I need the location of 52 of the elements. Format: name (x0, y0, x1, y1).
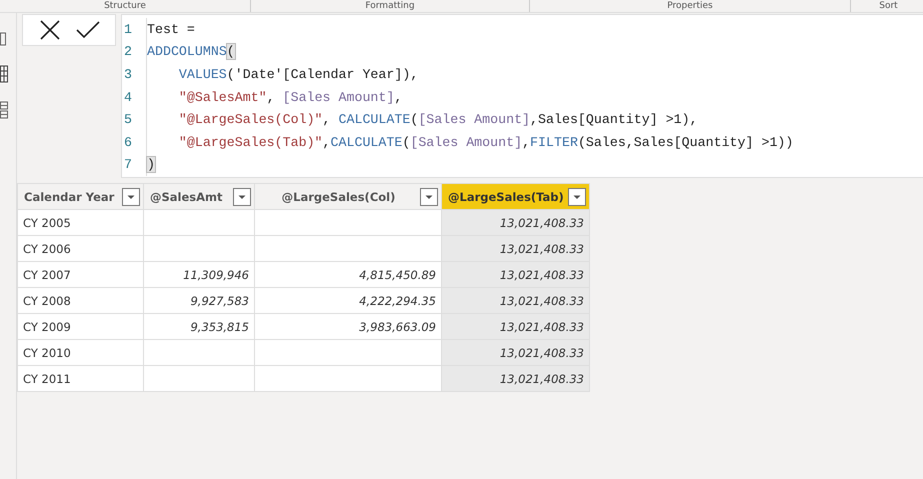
code-line: VALUES('Date'[Calendar Year]), (146, 63, 418, 86)
ribbon-group-label: Formatting (251, 0, 530, 12)
table-cell: 9,927,583 (144, 288, 254, 314)
line-number: 2 (123, 44, 133, 60)
table-cell: CY 2006 (18, 236, 144, 262)
table-cell: 13,021,408.33 (442, 314, 590, 340)
table-cell: CY 2010 (18, 340, 144, 366)
table-icon[interactable] (0, 65, 8, 83)
code-line: "@LargeSales(Tab)",CALCULATE([Sales Amount],FILTER(Sales,Sales[Quantity] >1)) (146, 130, 794, 154)
column-header[interactable]: @LargeSales(Col) (254, 184, 442, 210)
dropdown-icon[interactable] (233, 188, 251, 206)
table-cell: 13,021,408.33 (442, 288, 590, 314)
table-cell: 4,222,294.35 (254, 288, 442, 314)
code-line: "@SalesAmt", [Sales Amount], (146, 86, 402, 108)
table-cell: 13,021,408.33 (442, 340, 590, 366)
table-cell: CY 2008 (18, 288, 144, 314)
line-number: 7 (123, 157, 133, 172)
code-line: "@LargeSales(Col)", CALCULATE([Sales Amount],Sales[Quantity] >1), (146, 108, 698, 131)
table-cell: 13,021,408.33 (442, 366, 590, 392)
table-cell: 3,983,663.09 (254, 314, 442, 340)
report-icon[interactable] (0, 31, 6, 47)
code-line: ) (146, 154, 155, 176)
column-header[interactable]: @LargeSales(Tab) (442, 184, 590, 210)
dropdown-icon[interactable] (568, 188, 586, 206)
table-cell: 4,815,450.89 (254, 262, 442, 288)
line-number: 1 (123, 22, 133, 37)
formula-editor[interactable] (121, 14, 923, 178)
checkmark-icon[interactable] (76, 20, 100, 40)
column-header[interactable]: Calendar Year (18, 184, 144, 210)
code-line: ADDCOLUMNS( (146, 40, 235, 64)
line-number: 4 (123, 90, 133, 105)
ribbon-group-label: Properties (530, 0, 851, 12)
ribbon-group-label: Sort (851, 0, 923, 12)
code-line: Test = (146, 18, 195, 41)
close-icon[interactable] (38, 19, 60, 41)
line-number: 6 (123, 134, 133, 150)
table-cell: 11,309,946 (144, 262, 254, 288)
table-cell: 13,021,408.33 (442, 210, 590, 236)
model-icon[interactable] (0, 101, 8, 119)
line-number: 5 (123, 112, 133, 128)
table-cell: CY 2007 (18, 262, 144, 288)
line-number: 3 (123, 66, 133, 82)
table-cell: CY 2011 (18, 366, 144, 392)
table-cell: CY 2005 (18, 210, 144, 236)
table-cell: 9,353,815 (144, 314, 254, 340)
table-cell: 13,021,408.33 (442, 262, 590, 288)
table-cell: 13,021,408.33 (442, 236, 590, 262)
table-cell: CY 2009 (18, 314, 144, 340)
dropdown-icon[interactable] (420, 188, 438, 206)
dropdown-icon[interactable] (122, 188, 140, 206)
ribbon-group-label: Structure (0, 0, 251, 12)
column-header[interactable]: @SalesAmt (144, 184, 254, 210)
